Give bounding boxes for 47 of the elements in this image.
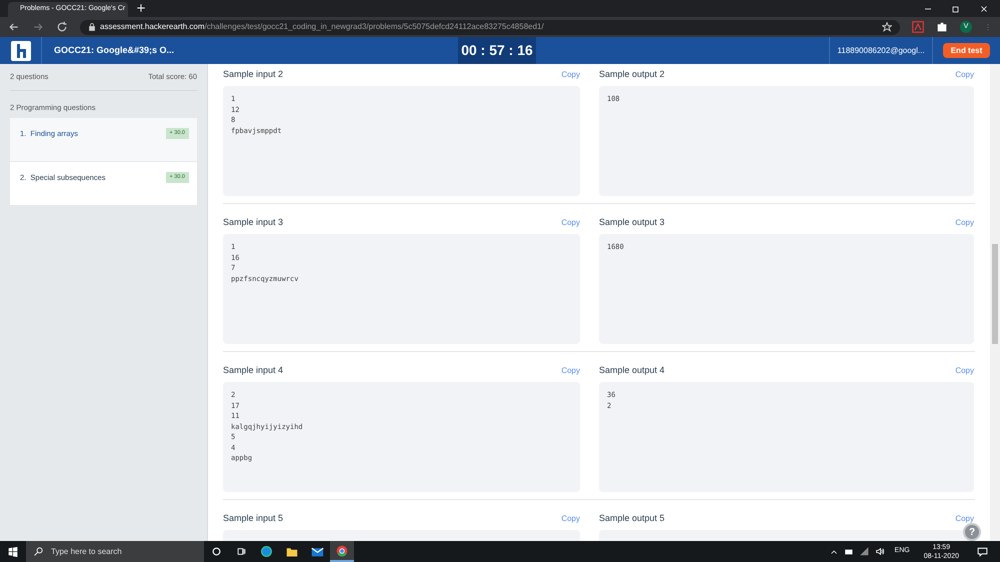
countdown-timer: 00 : 57 : 16 (458, 37, 536, 64)
battery-icon[interactable] (844, 548, 854, 556)
edge-icon[interactable] (260, 545, 273, 558)
lock-icon (88, 23, 96, 31)
search-icon (34, 547, 43, 556)
notification-icon[interactable] (977, 546, 988, 556)
sample-title: Sample input 4 (223, 364, 284, 378)
scrollbar[interactable] (990, 64, 1000, 541)
address-bar[interactable]: assessment.hackerearth.com/challenges/test/gocc21_coding_in_newgrad3/problems/5c5075defcd24112ace83275c4858ed1/ (80, 20, 900, 34)
star-icon[interactable] (882, 22, 892, 32)
url-text: assessment.hackerearth.com/challenges/test/gocc21_coding_in_newgrad3/problems/5c5075defcd24112ace83275c4858ed1/ (100, 21, 544, 33)
back-icon[interactable] (8, 21, 20, 33)
sample-title: Sample output 2 (599, 68, 665, 82)
volume-icon[interactable] (874, 547, 885, 556)
sample-title: Sample input 3 (223, 216, 284, 230)
windows-start-icon[interactable] (8, 546, 18, 556)
taskbar-search-field[interactable]: Type here to search (26, 541, 204, 562)
folder-icon[interactable] (286, 546, 298, 558)
wifi-icon[interactable] (860, 547, 869, 556)
copy-link[interactable]: Copy (955, 217, 974, 229)
sample-title: Sample input 5 (223, 512, 284, 526)
sample-title: Sample output 3 (599, 216, 665, 230)
sample-title: Sample output 4 (599, 364, 665, 378)
copy-link[interactable]: Copy (955, 513, 974, 525)
chevron-up-icon[interactable] (830, 548, 838, 556)
chrome-icon (336, 544, 348, 556)
forward-icon[interactable] (32, 21, 44, 33)
pdf-extension-icon[interactable] (912, 21, 924, 33)
mail-icon[interactable] (311, 545, 324, 558)
copy-link[interactable]: Copy (955, 69, 974, 81)
cortana-icon[interactable] (212, 547, 221, 556)
restore-icon[interactable] (952, 5, 960, 13)
new-tab-icon[interactable] (136, 3, 146, 13)
close-icon[interactable] (980, 5, 988, 13)
chrome-taskbar-button[interactable] (330, 541, 354, 562)
copy-link[interactable]: Copy (561, 217, 580, 229)
reload-icon[interactable] (56, 21, 68, 33)
sample-title: Sample input 2 (223, 68, 284, 82)
copy-link[interactable]: Copy (561, 69, 580, 81)
copy-link[interactable]: Copy (561, 513, 580, 525)
copy-link[interactable]: Copy (955, 365, 974, 377)
sample-title: Sample output 5 (599, 512, 665, 526)
copy-link[interactable]: Copy (561, 365, 580, 377)
end-test-button[interactable]: End test (942, 43, 990, 58)
task-view-icon[interactable] (237, 547, 246, 556)
logo-icon[interactable] (10, 40, 30, 60)
test-title: GOCC21: Google&#39;s O... (54, 44, 176, 57)
